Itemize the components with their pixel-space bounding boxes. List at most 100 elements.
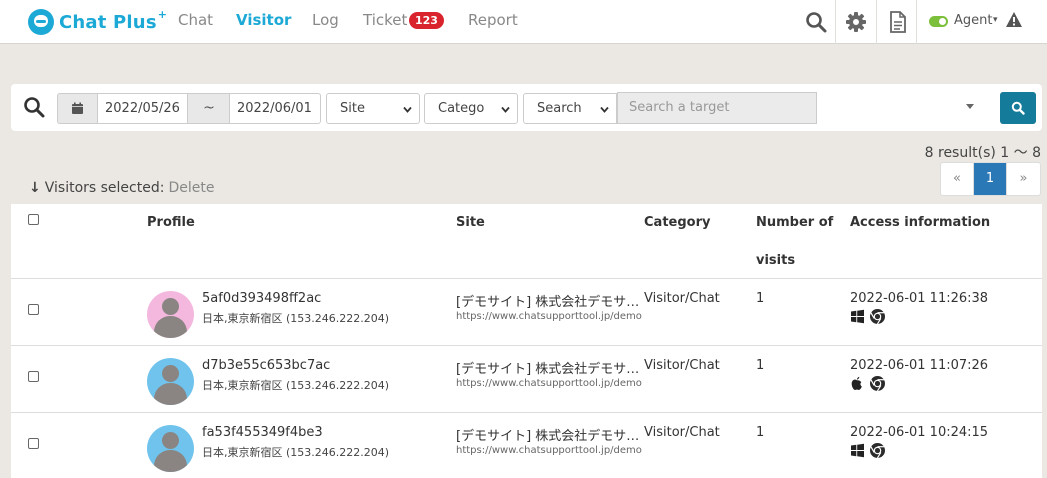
visitor-location: 日本,東京新宿区 (153.246.222.204) [202,312,390,325]
avatar-body [154,450,187,472]
category-select-value: Catego [438,101,485,116]
site-select-value: Site [340,101,365,116]
pager-page-current[interactable]: 1 [974,163,1007,195]
access-timestamp: 2022-06-01 11:07:26 [850,358,989,373]
ticket-count-badge: 123 [409,12,444,29]
arrow-down-icon: ↓ [29,180,41,196]
nav-chat[interactable]: Chat [178,11,213,29]
site-url[interactable]: https://www.chatsupporttool.jp/demo [456,445,644,456]
table-header: Profile Site Category Number of visits A… [11,204,1042,279]
site-name: [デモサイト] 株式会社デモサイト [456,429,644,444]
visitor-id[interactable]: 5af0d393498ff2ac [202,291,321,306]
row-checkbox[interactable] [28,304,39,315]
avatar-head [162,298,179,315]
avatar-head [162,432,179,449]
column-site[interactable]: Site [456,214,485,232]
visit-count: 1 [756,291,765,306]
avatar[interactable] [147,291,194,338]
avatar[interactable] [147,358,194,405]
site-name: [デモサイト] 株式会社デモサイト [456,362,644,377]
row-checkbox[interactable] [28,371,39,382]
gear-icon[interactable] [842,8,870,36]
column-visits[interactable]: Number of visits [756,214,833,270]
column-profile[interactable]: Profile [147,214,195,232]
category-value: Visitor/Chat [644,358,720,373]
toolbar-divider [916,0,917,44]
warning-icon[interactable] [1005,11,1023,32]
search-target-input[interactable]: Search a target [617,92,817,124]
pager-next[interactable]: » [1007,163,1040,195]
toolbar-divider [876,0,877,44]
avatar-body [154,383,187,405]
column-access-info[interactable]: Access information [850,214,990,232]
row-checkbox[interactable] [28,438,39,449]
category-select[interactable]: Catego [424,93,518,124]
column-category[interactable]: Category [644,214,710,232]
logo[interactable]: Chat Plus + [28,8,167,36]
chat-bubble-logo-icon [28,9,54,35]
site-select[interactable]: Site [326,93,420,124]
search-field-select[interactable]: Search [523,93,617,124]
column-visits-line1: Number of [756,215,834,230]
search-panel: 2022/05/26 ~ 2022/06/01 Site Catego Sear… [11,84,1042,131]
date-to-input[interactable]: 2022/06/01 [229,93,321,124]
dropdown-triangle-icon[interactable] [966,104,974,109]
toolbar-divider [835,0,836,44]
windows-icon [850,443,865,462]
pager-prev[interactable]: « [941,163,974,195]
select-all-checkbox[interactable] [28,214,39,225]
visitor-table: Profile Site Category Number of visits A… [11,204,1042,478]
site-name: [デモサイト] 株式会社デモサイト [456,295,644,310]
windows-icon [850,309,865,328]
avatar[interactable] [147,425,194,472]
access-timestamp: 2022-06-01 10:24:15 [850,425,989,440]
nav-ticket[interactable]: Ticket [363,11,407,29]
category-value: Visitor/Chat [644,425,720,440]
search-icon [23,96,45,122]
visitor-id[interactable]: fa53f455349f4be3 [202,425,323,440]
nav-report[interactable]: Report [468,11,518,29]
search-button[interactable] [1000,92,1036,124]
chevron-down-icon [501,106,510,113]
avatar-body [154,316,187,338]
document-icon[interactable] [884,8,912,36]
apple-icon [850,376,864,395]
chrome-icon [869,442,886,463]
selection-bar: ↓ Visitors selected: Delete [29,180,214,196]
agent-caret-icon[interactable]: ▾ [993,15,998,25]
chrome-icon [869,308,886,329]
nav-log[interactable]: Log [312,11,339,29]
results-count: 8 result(s) 1 ～ 8 [924,145,1041,161]
visit-count: 1 [756,425,765,440]
date-from-input[interactable]: 2022/05/26 [97,93,188,124]
nav-visitor[interactable]: Visitor [236,11,291,29]
table-row[interactable]: fa53f455349f4be3 日本,東京新宿区 (153.246.222.2… [11,414,1042,478]
avatar-head [162,365,179,382]
chevron-down-icon [600,106,609,113]
category-value: Visitor/Chat [644,291,720,306]
chevron-down-icon [403,106,412,113]
search-icon[interactable] [802,8,830,36]
visit-count: 1 [756,358,765,373]
top-bar: Chat Plus + Chat Visitor Log Ticket 123 … [0,0,1047,44]
table-row[interactable]: d7b3e55c653bc7ac 日本,東京新宿区 (153.246.222.2… [11,347,1042,413]
date-range-separator: ~ [188,93,230,124]
calendar-icon[interactable] [57,93,97,124]
visitor-location: 日本,東京新宿区 (153.246.222.204) [202,446,390,459]
visitor-location: 日本,東京新宿区 (153.246.222.204) [202,379,390,392]
selection-label: Visitors selected: [44,180,165,196]
visitor-id[interactable]: d7b3e55c653bc7ac [202,358,330,373]
site-url[interactable]: https://www.chatsupporttool.jp/demo [456,378,644,389]
access-timestamp: 2022-06-01 11:26:38 [850,291,989,306]
site-url[interactable]: https://www.chatsupporttool.jp/demo [456,311,644,322]
table-row[interactable]: 5af0d393498ff2ac 日本,東京新宿区 (153.246.222.2… [11,280,1042,346]
agent-status-toggle[interactable] [929,16,948,27]
column-visits-line2: visits [756,253,796,268]
search-field-select-value: Search [537,101,582,116]
pagination: « 1 » [940,162,1041,196]
chrome-icon [869,375,886,396]
agent-menu[interactable]: Agent [954,13,992,28]
search-icon [1011,101,1025,115]
logo-plus: + [157,7,167,21]
delete-link[interactable]: Delete [168,180,214,196]
